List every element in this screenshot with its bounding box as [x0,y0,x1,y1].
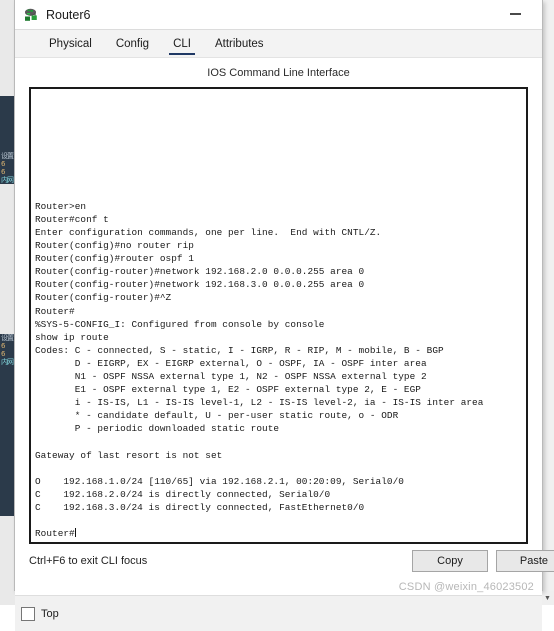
tab-label: Attributes [214,37,264,50]
cli-terminal[interactable]: Router>en Router#conf t Enter configurat… [29,87,528,545]
minimize-icon [509,13,521,15]
top-checkbox-label: Top [41,607,59,620]
scroll-down-icon[interactable]: ▼ [541,591,554,605]
top-checkbox[interactable] [21,606,35,621]
cli-cursor [74,528,76,538]
cli-action-row: Ctrl+F6 to exit CLI focus Copy Paste [15,544,554,578]
tab-config[interactable]: Config [104,30,161,57]
minimize-button[interactable] [494,0,536,28]
tab-physical[interactable]: Physical [37,30,104,57]
tab-strip: Physical Config CLI Attributes [15,30,542,58]
tab-attributes[interactable]: Attributes [203,30,276,57]
tab-label: CLI [173,37,191,50]
watermark: CSDN @weixin_46023502 [398,581,534,593]
title-bar: Router6 [15,0,542,30]
cli-panel: IOS Command Line Interface Router>en Rou… [15,58,542,545]
footer-bar: Top [15,595,542,631]
tab-label: Physical [49,37,92,50]
device-config-window: Router6 Physical Config CLI Attributes I… [14,0,554,631]
tab-cli[interactable]: CLI [161,30,203,57]
paste-button[interactable]: Paste [496,549,554,572]
panel-heading: IOS Command Line Interface [207,67,350,79]
window-title: Router6 [46,7,91,22]
router-icon [23,7,39,23]
tab-label: Config [115,37,150,50]
cli-terminal-text: Router>en Router#conf t Enter configurat… [35,200,484,540]
cli-focus-hint: Ctrl+F6 to exit CLI focus [29,554,148,567]
copy-button[interactable]: Copy [412,549,488,572]
